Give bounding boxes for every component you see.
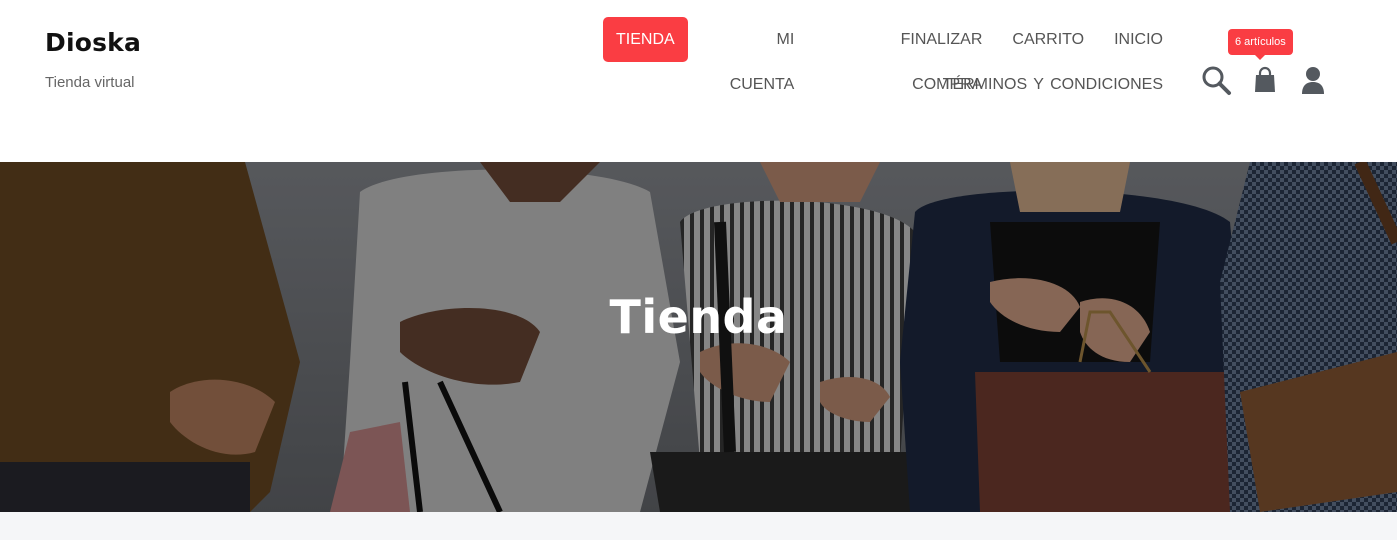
nav-item-tienda[interactable]: TIENDA — [603, 17, 688, 62]
nav-row-1: TIENDA MI CUENTA FINALIZAR COMPRA CARRIT… — [603, 17, 1163, 93]
search-icon[interactable] — [1200, 64, 1232, 96]
hero-banner: Tienda — [0, 162, 1397, 512]
main-nav: TIENDA MI CUENTA FINALIZAR COMPRA CARRIT… — [603, 17, 1163, 107]
user-icon[interactable] — [1297, 64, 1329, 96]
site-title[interactable]: Dioska — [45, 28, 141, 57]
nav-item-mi-cuenta[interactable]: MI CUENTA — [691, 17, 810, 93]
nav-item-terminos[interactable]: TÉRMINOS Y CONDICIONES — [928, 62, 1163, 107]
brand: Dioska Tienda virtual — [45, 28, 141, 91]
nav-item-finalizar-compra[interactable]: FINALIZAR COMPRA — [809, 17, 997, 93]
page-title: Tienda — [609, 290, 788, 344]
content-area — [0, 512, 1397, 540]
site-header: Dioska Tienda virtual TIENDA MI CUENTA F… — [0, 0, 1397, 162]
site-tagline: Tienda virtual — [45, 74, 135, 91]
nav-item-inicio[interactable]: INICIO — [1099, 17, 1163, 62]
nav-row-2: TÉRMINOS Y CONDICIONES — [603, 62, 1163, 107]
shopping-bag-icon[interactable] — [1251, 66, 1283, 98]
cart-count-badge: 6 artículos — [1228, 29, 1293, 60]
nav-item-carrito[interactable]: CARRITO — [997, 17, 1099, 62]
